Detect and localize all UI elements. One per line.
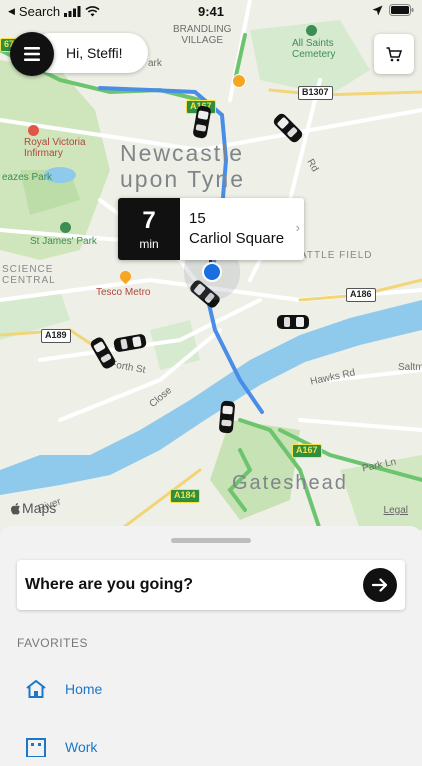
map-label-newcastle: Newcastle upon Tyne xyxy=(120,140,246,193)
pickup-street-number: 15 xyxy=(189,210,206,227)
map-label-science-central: SCIENCE CENTRAL xyxy=(2,264,56,286)
road-shield-a184: A184 xyxy=(170,489,200,503)
arrow-right-icon xyxy=(372,578,388,592)
destination-prompt: Where are you going? xyxy=(25,576,194,593)
pickup-street-name: Carliol Square xyxy=(189,230,285,247)
hamburger-menu-icon xyxy=(24,47,40,61)
apple-logo-icon xyxy=(11,502,20,514)
current-location-dot xyxy=(202,262,222,282)
legal-link[interactable]: Legal xyxy=(384,505,408,516)
favorite-work[interactable]: Work xyxy=(25,734,97,760)
battery-icon xyxy=(389,4,414,16)
location-arrow-icon xyxy=(372,5,383,15)
map-poi-pin[interactable] xyxy=(232,74,246,88)
go-button[interactable] xyxy=(363,568,397,602)
eta-minutes-box: 7 min xyxy=(118,198,180,260)
map-label-all-saints-cemetery: All Saints Cemetery xyxy=(292,38,336,60)
house-icon xyxy=(26,679,46,698)
favorite-home[interactable]: Home xyxy=(25,676,102,702)
map-label-park-top: ark xyxy=(148,58,162,69)
building-icon xyxy=(26,738,46,757)
map-label-leazes-park: eazes Park xyxy=(2,172,53,183)
cart-button[interactable] xyxy=(374,34,414,74)
favorite-work-label: Work xyxy=(65,739,98,755)
sheet-grabber[interactable] xyxy=(171,538,251,543)
map-view[interactable]: BRANDLING VILLAGE All Saints Cemetery Ro… xyxy=(0,0,422,540)
eta-minutes: 7 xyxy=(142,207,156,234)
map-label-brandling-village: BRANDLING VILLAGE xyxy=(173,24,232,46)
cemetery-pin-icon[interactable] xyxy=(306,25,317,36)
greeting-text: Hi, Steffi! xyxy=(66,45,123,61)
status-right xyxy=(372,4,414,16)
pickup-address: 15 Carliol Square xyxy=(180,198,284,260)
map-label-royal-victoria: Royal Victoria Infirmary xyxy=(24,137,86,159)
hospital-pin-icon[interactable] xyxy=(28,125,39,136)
taxi-car-icon[interactable] xyxy=(218,399,237,434)
apple-maps-logo: Maps xyxy=(10,500,56,516)
stadium-pin-icon[interactable] xyxy=(60,222,71,233)
road-shield-a167: A167 xyxy=(292,444,322,458)
map-label-castle-field: ATTLE FIELD xyxy=(300,250,373,261)
taxi-car-icon[interactable] xyxy=(276,314,310,330)
road-shield-b1307: B1307 xyxy=(298,86,333,100)
map-label-gateshead: Gateshead xyxy=(232,472,348,494)
favorites-title: FAVORITES xyxy=(17,636,88,650)
road-shield-a186: A186 xyxy=(346,288,376,302)
maps-logo-text: Maps xyxy=(22,500,57,516)
status-time: 9:41 xyxy=(197,4,225,19)
map-label-st-james-park: St James' Park xyxy=(30,236,97,247)
bottom-sheet[interactable]: Where are you going? FAVORITES Home Work xyxy=(0,526,422,766)
map-label-saltm: Saltm xyxy=(398,362,422,373)
map-label-tesco-metro: Tesco Metro xyxy=(96,287,151,298)
chevron-right-icon: › xyxy=(295,220,300,235)
destination-search[interactable]: Where are you going? xyxy=(17,560,405,610)
road-shield-a189: A189 xyxy=(41,329,71,343)
shopping-cart-icon xyxy=(386,46,402,61)
favorite-home-label: Home xyxy=(65,681,103,697)
eta-bubble[interactable]: 7 min 15 Carliol Square › xyxy=(118,198,304,260)
eta-unit: min xyxy=(139,237,159,251)
menu-button[interactable] xyxy=(10,32,54,76)
status-bar: ◀ Search 9:41 xyxy=(0,0,422,22)
